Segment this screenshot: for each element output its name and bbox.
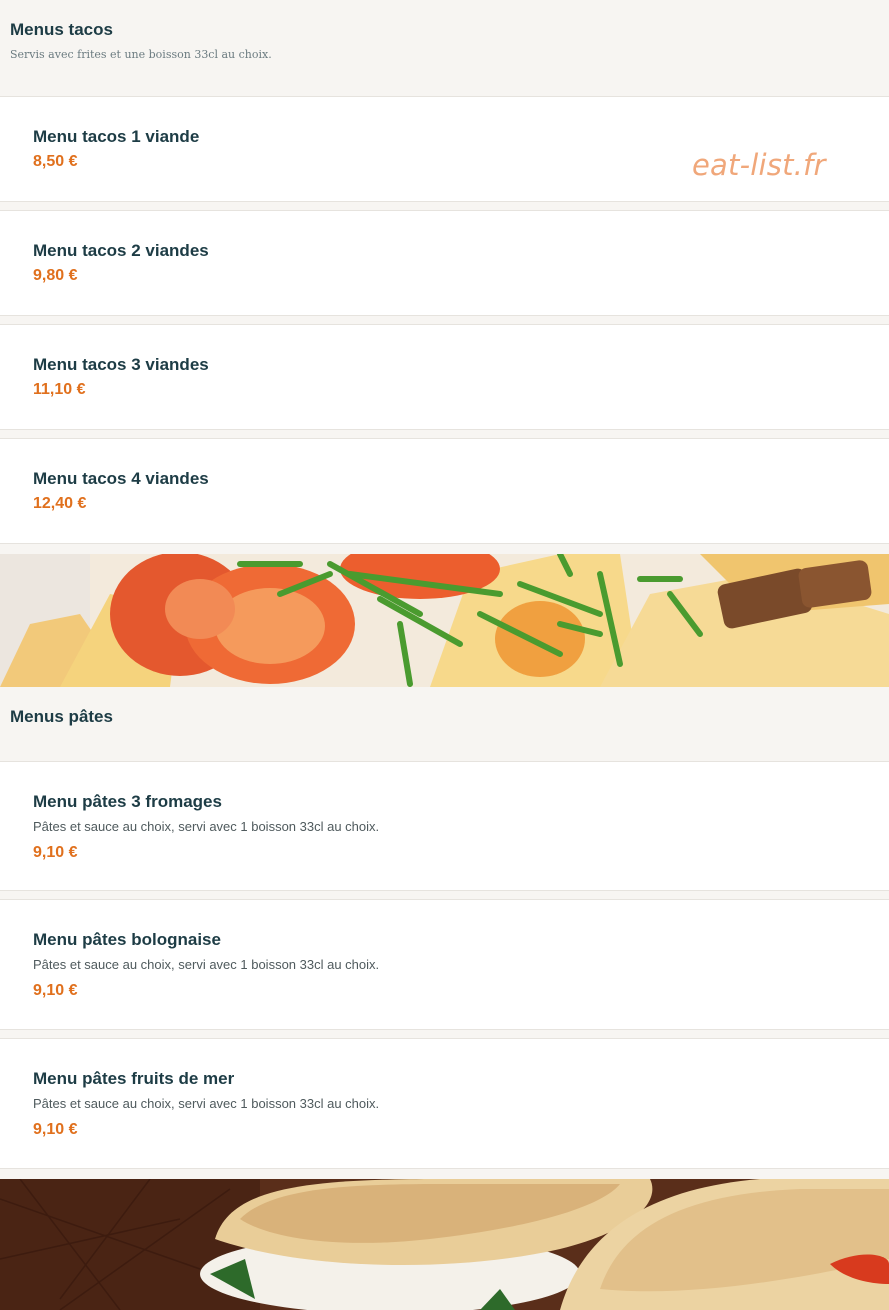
section-header-tacos: Menus tacos Servis avec frites et une bo… — [0, 0, 889, 86]
item-name: Menu tacos 2 viandes — [33, 241, 209, 260]
item-name: Menu tacos 1 viande — [33, 127, 200, 146]
item-price: 12,40 € — [33, 495, 87, 512]
watermark: eat-list.fr — [692, 148, 826, 182]
pasta-banner-image — [0, 554, 889, 687]
sandwich-banner-image — [0, 1179, 889, 1310]
item-price: 8,50 € — [33, 153, 78, 170]
menu-item-card[interactable]: Menu tacos 3 viandes 11,10 € — [0, 324, 889, 430]
item-price: 11,10 € — [33, 381, 86, 398]
section-subtitle: Servis avec frites et une boisson 33cl a… — [10, 48, 272, 61]
section-title: Menus pâtes — [10, 707, 113, 726]
item-name: Menu pâtes 3 fromages — [33, 792, 222, 811]
item-price: 9,10 € — [33, 982, 78, 999]
item-name: Menu pâtes fruits de mer — [33, 1069, 235, 1088]
item-price: 9,10 € — [33, 1121, 78, 1138]
section-header-pates: Menus pâtes — [0, 687, 889, 751]
section-title: Menus tacos — [10, 20, 113, 39]
item-description: Pâtes et sauce au choix, servi avec 1 bo… — [33, 819, 380, 834]
item-name: Menu tacos 3 viandes — [33, 355, 209, 374]
item-name: Menu pâtes bolognaise — [33, 930, 221, 949]
menu-item-card[interactable]: Menu tacos 4 viandes 12,40 € — [0, 438, 889, 544]
item-price: 9,80 € — [33, 267, 78, 284]
item-description: Pâtes et sauce au choix, servi avec 1 bo… — [33, 957, 380, 972]
menu-item-card[interactable]: Menu pâtes bolognaise Pâtes et sauce au … — [0, 899, 889, 1030]
menu-item-card[interactable]: Menu pâtes fruits de mer Pâtes et sauce … — [0, 1038, 889, 1169]
menu-item-card[interactable]: Menu tacos 2 viandes 9,80 € — [0, 210, 889, 316]
item-description: Pâtes et sauce au choix, servi avec 1 bo… — [33, 1096, 380, 1111]
menu-item-card[interactable]: Menu pâtes 3 fromages Pâtes et sauce au … — [0, 761, 889, 891]
item-price: 9,10 € — [33, 844, 78, 861]
item-name: Menu tacos 4 viandes — [33, 469, 209, 488]
